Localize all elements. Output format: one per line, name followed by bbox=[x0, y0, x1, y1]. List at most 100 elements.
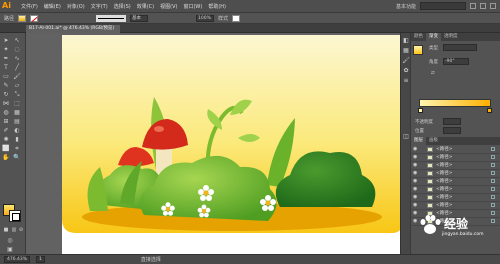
menu-help[interactable]: 帮助(H) bbox=[208, 3, 226, 10]
stroke-panel-icon[interactable]: ≡ bbox=[402, 77, 410, 84]
workspace-switcher[interactable]: 基本功能 bbox=[396, 3, 416, 10]
pencil-icon[interactable]: ✎ bbox=[2, 82, 10, 89]
layer-row[interactable]: ◉ <路径> bbox=[411, 186, 500, 194]
eyedropper-icon[interactable]: ✐ bbox=[2, 127, 10, 134]
gradient-tool-icon[interactable]: ▤ bbox=[13, 118, 21, 125]
menu-select[interactable]: 选择(S) bbox=[114, 3, 131, 10]
color-mode-icon[interactable]: ■ bbox=[2, 227, 10, 234]
menu-effect[interactable]: 效果(C) bbox=[137, 3, 154, 10]
layer-row[interactable]: ◉ <路径> bbox=[411, 194, 500, 202]
eraser-icon[interactable]: ▱ bbox=[13, 82, 21, 89]
gradient-type-select[interactable] bbox=[443, 44, 477, 51]
location-input[interactable] bbox=[443, 127, 461, 134]
tab-artboards[interactable]: 画板 bbox=[426, 137, 441, 145]
line-tool-icon[interactable]: ╱ bbox=[13, 64, 21, 71]
brush-style-select[interactable]: 基本 bbox=[130, 14, 149, 22]
close-icon[interactable] bbox=[490, 3, 496, 9]
curvature-tool-icon[interactable]: ∿ bbox=[13, 55, 21, 62]
none-mode-icon[interactable]: ⊘ bbox=[17, 227, 25, 234]
gradient-slider[interactable] bbox=[419, 99, 491, 107]
stroke-profile[interactable] bbox=[96, 14, 127, 22]
zoom-field[interactable]: 476.43% bbox=[4, 256, 31, 263]
menu-object[interactable]: 对象(O) bbox=[67, 3, 85, 10]
slice-tool-icon[interactable]: ⌗ bbox=[13, 145, 21, 152]
eye-icon[interactable]: ◉ bbox=[413, 202, 419, 208]
symbols-panel-icon[interactable]: ✿ bbox=[402, 67, 410, 74]
style-swatch[interactable] bbox=[232, 14, 241, 22]
target-icon[interactable] bbox=[491, 195, 495, 200]
draw-mode-icon[interactable]: ◎ bbox=[6, 237, 14, 244]
search-input[interactable] bbox=[420, 2, 466, 10]
layers-panel-icon[interactable]: ◫ bbox=[402, 133, 410, 140]
stroke-swatch[interactable] bbox=[30, 14, 39, 22]
eye-icon[interactable]: ◉ bbox=[413, 170, 419, 176]
rectangle-tool-icon[interactable]: ▭ bbox=[2, 73, 10, 80]
pen-tool-icon[interactable]: ✒ bbox=[2, 55, 10, 62]
layer-row[interactable]: ◉ <路径> bbox=[411, 146, 500, 154]
fill-swatch[interactable] bbox=[18, 14, 27, 22]
tab-color[interactable]: 颜色 bbox=[411, 33, 426, 41]
graph-tool-icon[interactable]: ▮ bbox=[13, 136, 21, 143]
tab-transparency[interactable]: 透明度 bbox=[441, 33, 461, 41]
blend-tool-icon[interactable]: ◐ bbox=[13, 127, 21, 134]
reverse-gradient-icon[interactable]: ⇄ bbox=[431, 71, 435, 76]
color-panel-icon[interactable]: ◧ bbox=[402, 37, 410, 44]
direct-selection-tool-icon[interactable]: ↖ bbox=[13, 37, 21, 44]
menu-type[interactable]: 文字(T) bbox=[91, 3, 108, 10]
scale-icon[interactable]: ⤡ bbox=[13, 91, 21, 98]
layer-row[interactable]: ◉ <路径> bbox=[411, 170, 500, 178]
maximize-icon[interactable] bbox=[480, 3, 486, 9]
swatches-panel-icon[interactable]: ▦ bbox=[402, 47, 410, 54]
target-icon[interactable] bbox=[491, 155, 495, 160]
eye-icon[interactable]: ◉ bbox=[413, 178, 419, 184]
layer-row[interactable]: ◉ <路径> bbox=[411, 162, 500, 170]
eye-icon[interactable]: ◉ bbox=[413, 186, 419, 192]
hand-tool-icon[interactable]: ✋ bbox=[2, 154, 10, 161]
target-icon[interactable] bbox=[491, 179, 495, 184]
eye-icon[interactable]: ◉ bbox=[413, 162, 419, 168]
shape-builder-icon[interactable]: ◍ bbox=[2, 109, 10, 116]
target-icon[interactable] bbox=[491, 163, 495, 168]
layer-row[interactable]: ◉ <路径> bbox=[411, 178, 500, 186]
document-tab[interactable]: B17-AI-001.ai* @ 476.43% (RGB/预览) bbox=[26, 25, 121, 33]
target-icon[interactable] bbox=[491, 187, 495, 192]
symbol-sprayer-icon[interactable]: ✺ bbox=[2, 136, 10, 143]
zoom-tool-icon[interactable]: 🔍 bbox=[13, 154, 21, 161]
layer-row[interactable]: ◉ <路径> bbox=[411, 154, 500, 162]
perspective-grid-icon[interactable]: ▦ bbox=[13, 109, 21, 116]
eye-icon[interactable]: ◉ bbox=[413, 194, 419, 200]
free-transform-icon[interactable]: ⬚ bbox=[13, 100, 21, 107]
tab-gradient[interactable]: 渐变 bbox=[426, 33, 441, 41]
gradient-stop-left[interactable] bbox=[418, 108, 423, 113]
menu-file[interactable]: 文件(F) bbox=[21, 3, 38, 10]
gradient-preview[interactable] bbox=[413, 45, 423, 55]
canvas-area[interactable] bbox=[26, 33, 402, 254]
brush-panel-icon[interactable]: 🖌 bbox=[402, 57, 410, 64]
target-icon[interactable] bbox=[491, 171, 495, 176]
rotate-icon[interactable]: ↻ bbox=[2, 91, 10, 98]
menu-window[interactable]: 窗口(W) bbox=[183, 3, 202, 10]
stroke-color-swatch[interactable] bbox=[9, 210, 21, 222]
width-tool-icon[interactable]: ⋈ bbox=[2, 100, 10, 107]
menu-edit[interactable]: 编辑(E) bbox=[44, 3, 61, 10]
paintbrush-icon[interactable]: 🖌 bbox=[13, 73, 21, 80]
artboard[interactable] bbox=[62, 35, 402, 254]
opacity-input[interactable] bbox=[443, 118, 461, 125]
gradient-stop-right[interactable] bbox=[487, 108, 492, 113]
artboard-nav[interactable]: 1 bbox=[36, 256, 45, 263]
target-icon[interactable] bbox=[491, 203, 495, 208]
angle-field[interactable]: -90° bbox=[443, 58, 469, 65]
minimize-icon[interactable] bbox=[470, 3, 476, 9]
eye-icon[interactable]: ◉ bbox=[413, 154, 419, 160]
lasso-icon[interactable]: ◌ bbox=[13, 46, 21, 53]
selection-tool-icon[interactable]: ➤ bbox=[2, 37, 10, 44]
eye-icon[interactable]: ◉ bbox=[413, 146, 419, 152]
type-tool-icon[interactable]: T bbox=[2, 64, 10, 71]
screen-mode-icon[interactable]: ▣ bbox=[6, 246, 14, 253]
tab-layers[interactable]: 图层 bbox=[411, 137, 426, 145]
menu-view[interactable]: 视图(V) bbox=[160, 3, 177, 10]
target-icon[interactable] bbox=[491, 147, 495, 152]
mesh-tool-icon[interactable]: ⊞ bbox=[2, 118, 10, 125]
layer-row[interactable]: ◉ <路径> bbox=[411, 202, 500, 210]
opacity-field[interactable]: 100% bbox=[196, 14, 215, 22]
